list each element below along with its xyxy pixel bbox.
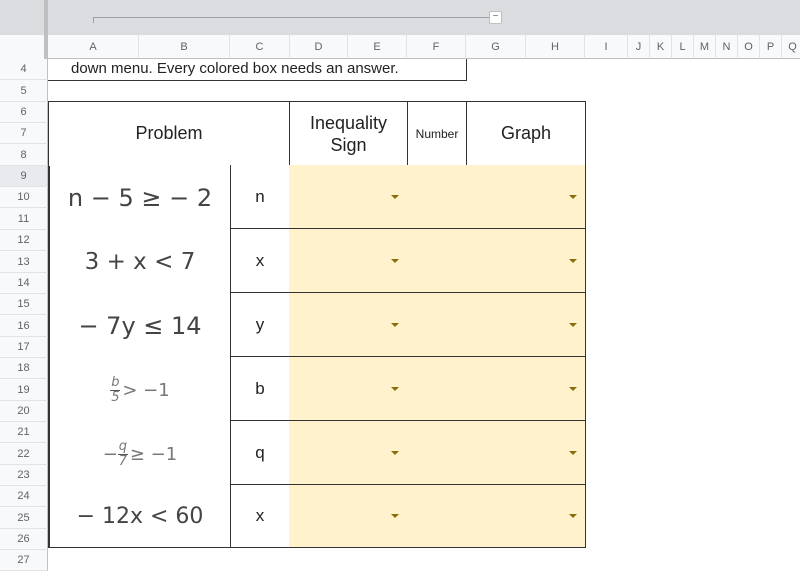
row-header-15[interactable]: 15 [0, 294, 48, 315]
inequality-sign-dropdown-2[interactable] [289, 229, 467, 293]
row-header-7[interactable]: 7 [0, 123, 48, 144]
row-header-16[interactable]: 16 [0, 315, 48, 337]
row-header-19[interactable]: 19 [0, 379, 48, 401]
variable-2[interactable]: x [230, 229, 290, 293]
dropdown-arrow-icon[interactable] [391, 323, 399, 327]
graph-dropdown-1[interactable] [466, 165, 586, 229]
header-number[interactable]: Number [407, 101, 467, 166]
row-header-18[interactable]: 18 [0, 358, 48, 379]
inequality-sign-dropdown-5[interactable] [289, 421, 467, 485]
row-header-24[interactable]: 24 [0, 486, 48, 507]
row-header-14[interactable]: 14 [0, 273, 48, 294]
column-header-n[interactable]: N [716, 35, 738, 59]
dropdown-arrow-icon[interactable] [569, 387, 577, 391]
dropdown-arrow-icon[interactable] [391, 259, 399, 263]
problem-2[interactable]: 3 + x < 7 [49, 230, 230, 294]
problem-3[interactable]: − 7y ≤ 14 [49, 294, 230, 358]
problem-4[interactable]: b 5 > −1 [49, 358, 230, 422]
corner-group-area [0, 0, 44, 35]
problem-4-fraction: b 5 [110, 374, 121, 405]
column-header-d[interactable]: D [290, 35, 348, 59]
problem-5-prefix: − [102, 443, 118, 465]
variable-6[interactable]: x [230, 485, 290, 548]
row-header-4[interactable]: 4 [0, 59, 48, 80]
column-header-h[interactable]: H [526, 35, 585, 59]
column-header-q[interactable]: Q [782, 35, 800, 59]
header-inequality-sign[interactable]: Inequality Sign [289, 101, 408, 166]
row-header-9[interactable]: 9 [0, 166, 48, 187]
problem-4-numerator: b [111, 374, 120, 390]
graph-dropdown-4[interactable] [466, 357, 586, 421]
problem-5-fraction: q 7 [117, 438, 128, 469]
graph-dropdown-3[interactable] [466, 293, 586, 357]
dropdown-arrow-icon[interactable] [569, 195, 577, 199]
graph-dropdown-6[interactable] [466, 485, 586, 548]
row-header-12[interactable]: 12 [0, 230, 48, 251]
variable-1[interactable]: n [230, 165, 290, 229]
dropdown-arrow-icon[interactable] [391, 451, 399, 455]
header-graph[interactable]: Graph [466, 101, 586, 166]
problem-5-rest: ≥ −1 [129, 443, 178, 465]
column-header-i[interactable]: I [585, 35, 628, 59]
variable-4[interactable]: b [230, 357, 290, 421]
column-header-f[interactable]: F [407, 35, 466, 59]
column-header-c[interactable]: C [230, 35, 290, 59]
row-header-6[interactable]: 6 [0, 102, 48, 123]
column-group-bracket-start [93, 17, 94, 23]
instruction-text[interactable]: down menu. Every colored box needs an an… [48, 59, 467, 81]
row-header-8[interactable]: 8 [0, 144, 48, 166]
inequality-sign-dropdown-3[interactable] [289, 293, 467, 357]
problem-5[interactable]: − q 7 ≥ −1 [49, 422, 230, 486]
graph-dropdown-5[interactable] [466, 421, 586, 485]
variable-5[interactable]: q [230, 421, 290, 485]
header-problem[interactable]: Problem [48, 101, 290, 166]
graph-dropdown-2[interactable] [466, 229, 586, 293]
problem-5-denominator: 7 [118, 453, 128, 469]
column-header-g[interactable]: G [466, 35, 526, 59]
row-header-26[interactable]: 26 [0, 529, 48, 550]
row-header-5[interactable]: 5 [0, 80, 48, 102]
column-header-o[interactable]: O [738, 35, 760, 59]
column-header-b[interactable]: B [139, 35, 230, 59]
dropdown-arrow-icon[interactable] [391, 195, 399, 199]
column-group-bracket [93, 17, 491, 18]
column-header-p[interactable]: P [760, 35, 782, 59]
inequality-sign-dropdown-1[interactable] [289, 165, 467, 229]
column-header-l[interactable]: L [672, 35, 694, 59]
column-header-j[interactable]: J [628, 35, 650, 59]
row-header-17[interactable]: 17 [0, 337, 48, 358]
dropdown-arrow-icon[interactable] [391, 387, 399, 391]
row-header-22[interactable]: 22 [0, 443, 48, 465]
collapse-group-button[interactable]: − [489, 11, 502, 24]
row-header-13[interactable]: 13 [0, 251, 48, 273]
inequality-sign-dropdown-6[interactable] [289, 485, 467, 548]
dropdown-arrow-icon[interactable] [569, 323, 577, 327]
row-header-23[interactable]: 23 [0, 465, 48, 486]
dropdown-arrow-icon[interactable] [391, 514, 399, 518]
row-header-10[interactable]: 10 [0, 187, 48, 208]
column-header-e[interactable]: E [348, 35, 407, 59]
problem-4-denominator: 5 [111, 389, 120, 405]
row-header-21[interactable]: 21 [0, 422, 48, 443]
problem-4-rest: > −1 [122, 379, 170, 401]
row-header-11[interactable]: 11 [0, 208, 48, 230]
row-header-25[interactable]: 25 [0, 507, 48, 529]
dropdown-arrow-icon[interactable] [569, 259, 577, 263]
column-header-m[interactable]: M [694, 35, 716, 59]
column-header-a[interactable]: A [48, 35, 139, 59]
column-header-k[interactable]: K [650, 35, 672, 59]
variable-3[interactable]: y [230, 293, 290, 357]
inequality-sign-dropdown-4[interactable] [289, 357, 467, 421]
problem-1[interactable]: n − 5 ≥ − 2 [49, 166, 230, 230]
row-header-20[interactable]: 20 [0, 401, 48, 422]
dropdown-arrow-icon[interactable] [569, 514, 577, 518]
dropdown-arrow-icon[interactable] [569, 451, 577, 455]
problem-6[interactable]: − 12x < 60 [49, 486, 230, 547]
problem-5-numerator: q [118, 438, 127, 454]
